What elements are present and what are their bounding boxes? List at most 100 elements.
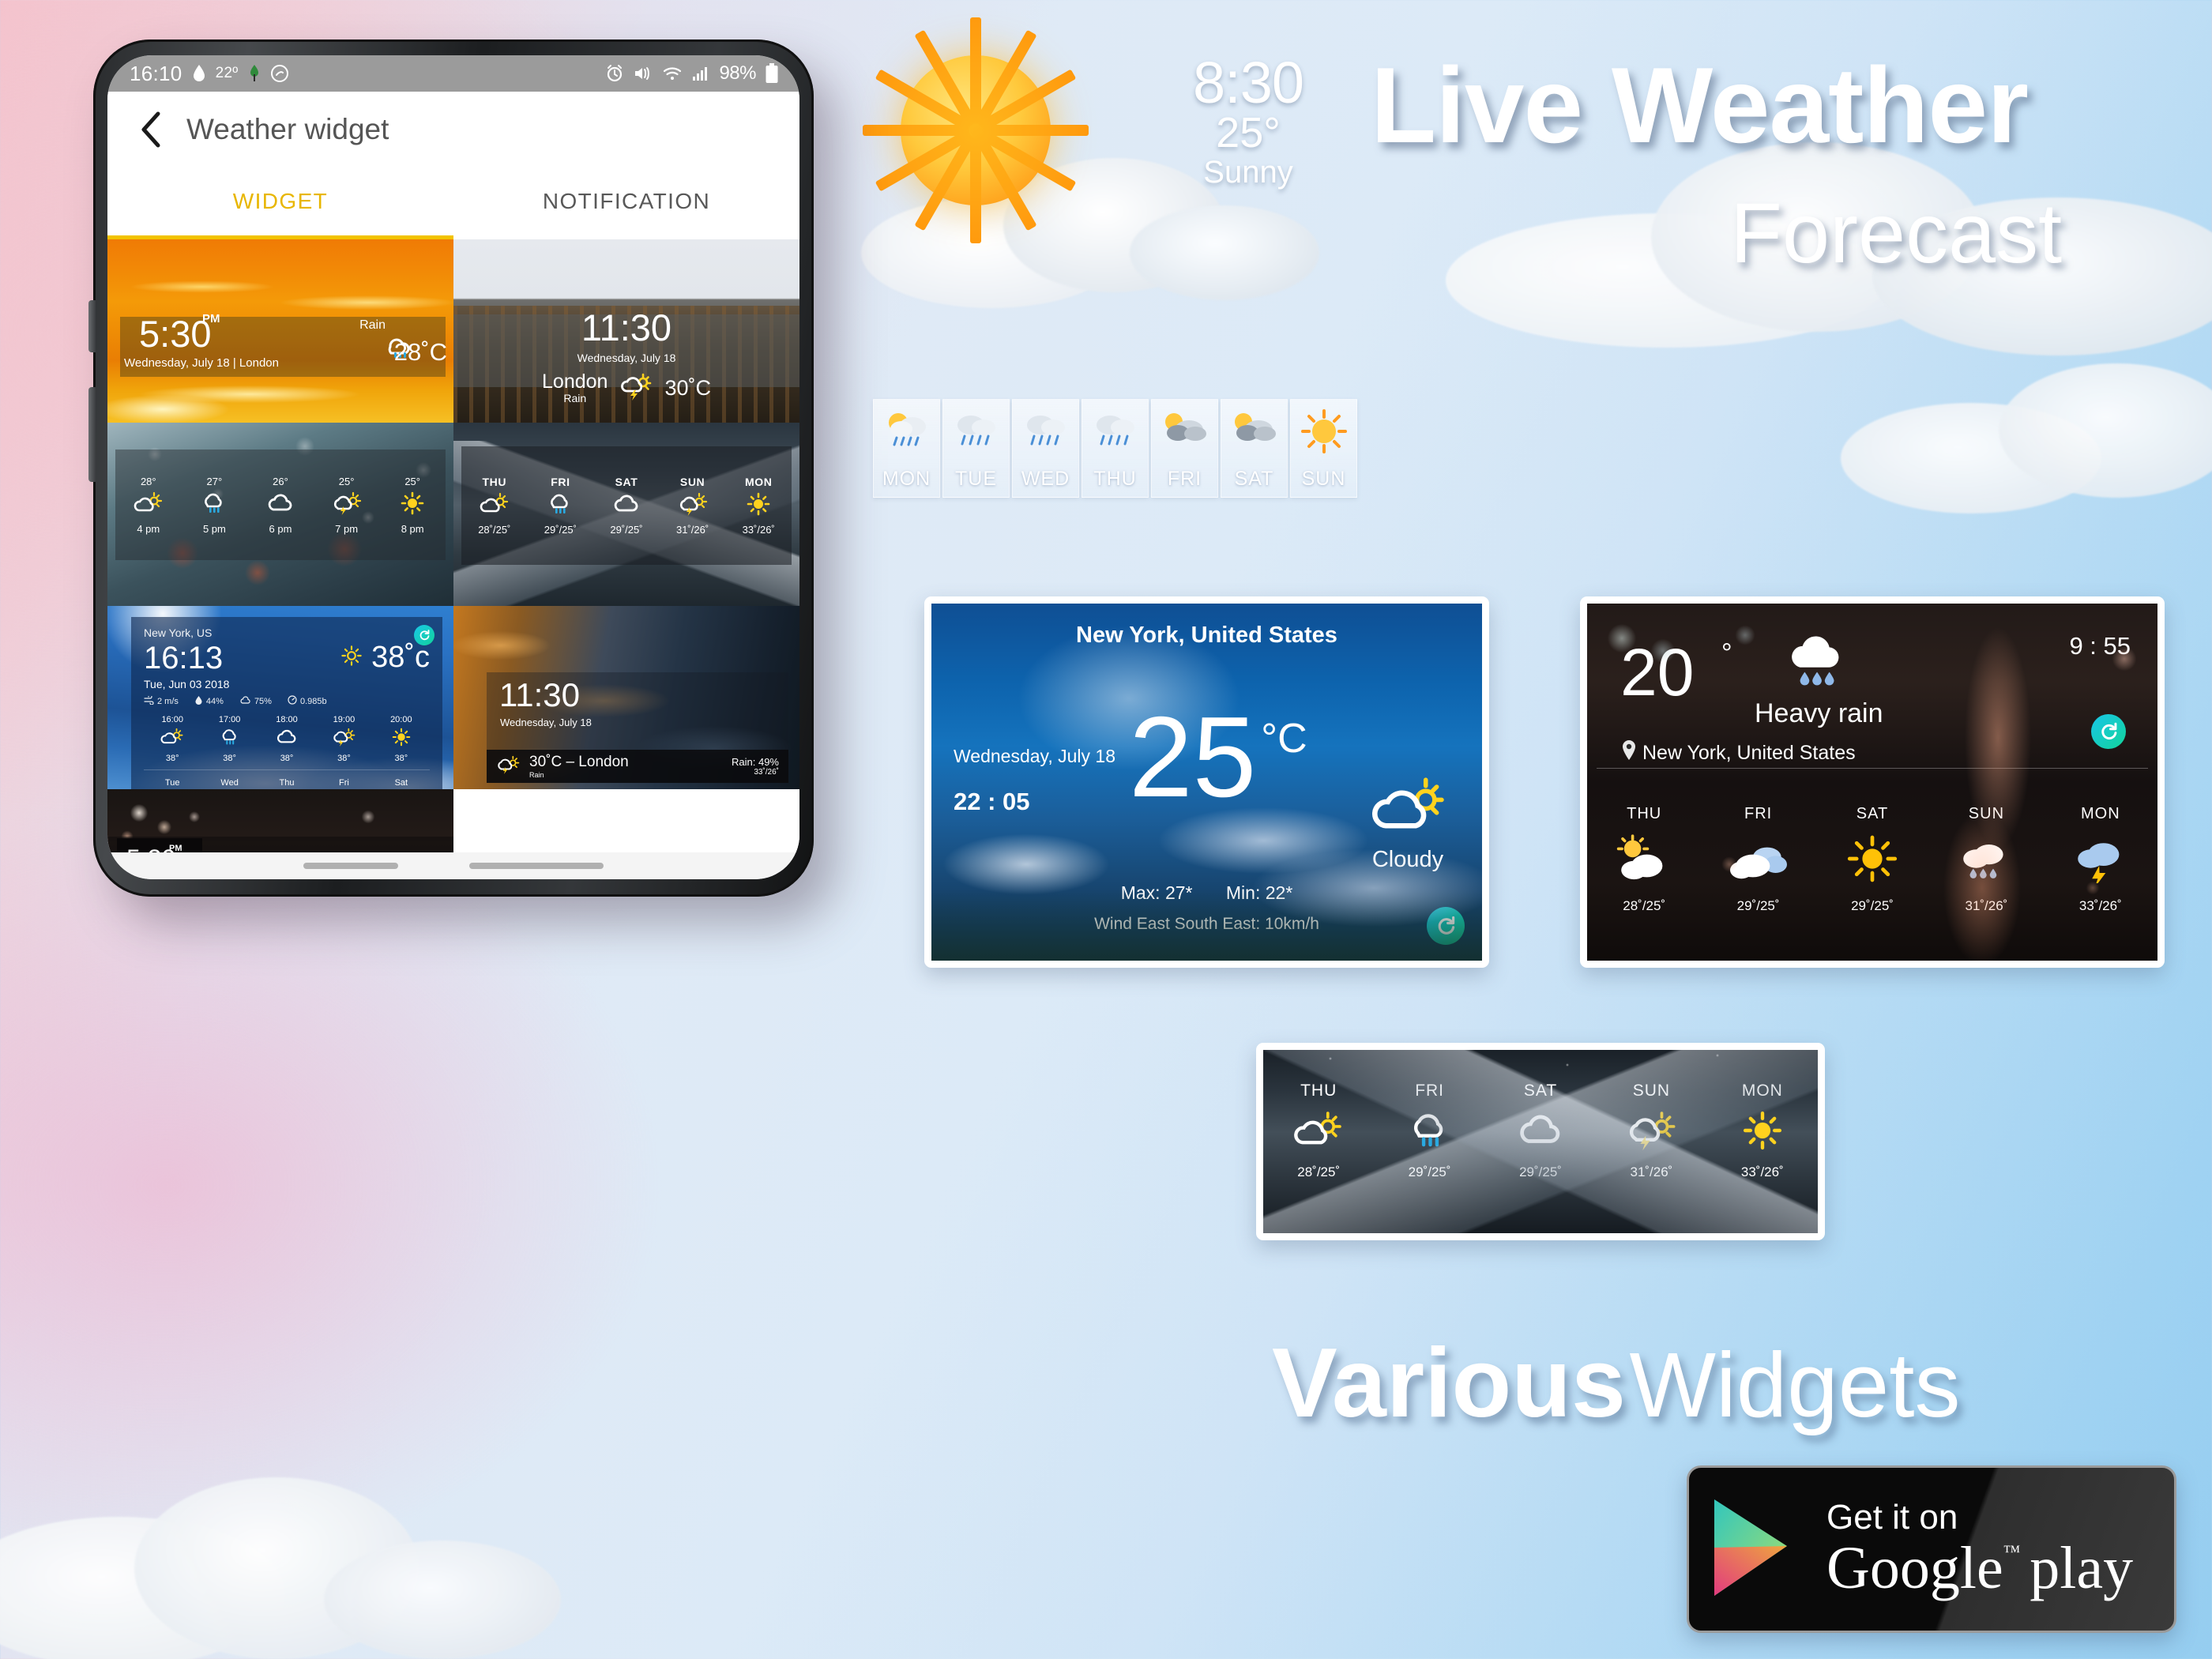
sun-icon bbox=[1844, 834, 1901, 887]
widget-condition: Rain bbox=[529, 771, 544, 779]
tab-notification[interactable]: NOTIFICATION bbox=[453, 167, 799, 235]
hourly-row: 16:00 38° 17:00 38° 18:00 38° 19:00 38° bbox=[144, 715, 430, 763]
day-temp: 33˚/26˚ bbox=[1740, 1164, 1784, 1179]
widget-minmax: 33˚/26˚ bbox=[754, 768, 779, 777]
tab-widget[interactable]: WIDGET bbox=[107, 167, 453, 235]
card-condition: Heavy rain bbox=[1755, 698, 1883, 728]
card-new-york[interactable]: New York, United States Wednesday, July … bbox=[924, 596, 1489, 968]
card-time: 22 : 05 bbox=[954, 788, 1030, 815]
day-item: Tue 28° | 38° bbox=[144, 778, 201, 789]
day-item: Sat 28° | 37° bbox=[373, 778, 430, 789]
day-item: Fri 27° | 38° bbox=[315, 778, 372, 789]
nav-pill-left[interactable] bbox=[303, 863, 398, 869]
google-play-badge[interactable]: Get it on Google ™ play bbox=[1687, 1465, 2176, 1633]
day-temp: 33˚/26˚ bbox=[2078, 898, 2122, 913]
week-day-mon[interactable]: MON bbox=[873, 399, 940, 498]
day-item: FRI 29˚/25˚ bbox=[1374, 1082, 1484, 1180]
hour-temp: 25° bbox=[338, 475, 355, 487]
cloud-mid-right bbox=[1841, 348, 2212, 521]
refresh-icon[interactable] bbox=[1427, 907, 1465, 945]
badge-play-text: play bbox=[2030, 1535, 2134, 1602]
status-temperature: 22º bbox=[215, 65, 239, 81]
widget-condition: Rain bbox=[359, 318, 386, 332]
daily-strip: THU 28˚/25˚ FRI 29˚/25˚ SAT 29˚/25˚ SUN … bbox=[461, 446, 792, 565]
page-title: Weather widget bbox=[186, 113, 389, 145]
day-temp: 31˚/26˚ bbox=[1965, 898, 2008, 913]
week-day-thu[interactable]: THU bbox=[1082, 399, 1149, 498]
widget-tile-forest-clock[interactable]: 11:30 Wednesday, July 18 London Rain 30˚… bbox=[453, 239, 799, 423]
widget-tile-orange-cloud[interactable]: 11:30 Wednesday, July 18 30˚C – London R… bbox=[453, 606, 799, 789]
day-temp: 29˚/25˚ bbox=[610, 524, 643, 536]
alarm-icon bbox=[605, 64, 624, 83]
nav-pill-right[interactable] bbox=[469, 863, 604, 869]
day-item: FRI 29˚/25˚ bbox=[1701, 805, 1815, 914]
widget-condition: Rain bbox=[563, 392, 587, 404]
widget-tile-daily-mountain[interactable]: THU 28˚/25˚ FRI 29˚/25˚ SAT 29˚/25˚ SUN … bbox=[453, 423, 799, 606]
hour-temp: 27° bbox=[206, 475, 223, 487]
day-temp: 33˚/26˚ bbox=[742, 524, 775, 536]
widget-temp: 38˚c bbox=[371, 641, 430, 674]
rain-cloud-icon bbox=[1405, 1110, 1455, 1155]
hour-item: 16:00 38° bbox=[144, 715, 201, 763]
refresh-icon[interactable] bbox=[2091, 714, 2126, 749]
widget-tile-night-city[interactable]: 5:30 PM Wednesday July 18 London Rain 28… bbox=[107, 789, 453, 852]
day-label: SUN bbox=[679, 476, 705, 488]
hour-label: 8 pm bbox=[401, 522, 424, 535]
wind-value: 2 m/s bbox=[157, 696, 179, 706]
week-day-sun[interactable]: SUN bbox=[1290, 399, 1357, 498]
week-strip-widget[interactable]: MON TUE WED THU FRI SAT SUN bbox=[873, 399, 1357, 498]
day-label: Sat bbox=[394, 778, 408, 788]
day-label: THU bbox=[1627, 805, 1662, 822]
card-mountain-forecast[interactable]: THU 28˚/25˚ FRI 29˚/25˚ SAT 29˚/25˚ SUN … bbox=[1256, 1043, 1825, 1240]
day-label: Tue bbox=[164, 778, 180, 788]
storm-sun-icon bbox=[332, 491, 362, 519]
hour-item: 26° 6 pm bbox=[247, 450, 314, 560]
partly-sunny-icon bbox=[480, 492, 510, 520]
cloud-value: 75% bbox=[254, 696, 272, 706]
leaf-icon bbox=[247, 64, 261, 83]
pressure-icon bbox=[288, 695, 297, 707]
heavy-rain-icon bbox=[1781, 627, 1856, 696]
week-day-sat[interactable]: SAT bbox=[1221, 399, 1288, 498]
day-label: FRI bbox=[1415, 1082, 1445, 1100]
day-item: Wed 30° | 38° bbox=[201, 778, 258, 789]
hero-sun-graphic bbox=[853, 8, 1106, 245]
mute-vibrate-icon bbox=[633, 64, 653, 83]
promo-time: 8:30 bbox=[1193, 50, 1304, 115]
widget-tile-blue-detail[interactable]: New York, US 16:13 38˚c Tue, Jun 03 2018… bbox=[107, 606, 453, 789]
rain-cloud-icon bbox=[545, 492, 575, 520]
week-day-wed[interactable]: WED bbox=[1012, 399, 1079, 498]
week-day-label: TUE bbox=[955, 468, 997, 490]
cloud-icon bbox=[1515, 1110, 1566, 1155]
card-temperature: 25 bbox=[1129, 693, 1257, 821]
cloud-icon bbox=[611, 492, 641, 520]
promo-clock-block: 8:30 25° Sunny bbox=[1193, 50, 1304, 189]
day-label: Thu bbox=[279, 778, 295, 788]
back-arrow-icon[interactable] bbox=[128, 107, 174, 152]
card-time: 9 : 55 bbox=[2069, 632, 2131, 660]
day-label: SAT bbox=[615, 476, 638, 488]
hour-temp: 28° bbox=[140, 475, 156, 487]
cloud-icon bbox=[275, 728, 299, 750]
hour-item: 19:00 38° bbox=[315, 715, 372, 763]
app-bar: Weather widget bbox=[107, 92, 799, 167]
phone-screen: 16:10 22º 98% Weather widget WIDGET NOTI… bbox=[107, 55, 799, 879]
day-temp: 29˚/25˚ bbox=[1851, 898, 1894, 913]
refresh-icon[interactable] bbox=[414, 625, 434, 645]
day-label: FRI bbox=[1744, 805, 1773, 822]
widget-tile-hourly-rainglass[interactable]: 28° 4 pm 27° 5 pm 26° 6 pm 25° 7 pm 25° bbox=[107, 423, 453, 606]
widget-grid: 5:30 PM Wednesday, July 18 | London Rain… bbox=[107, 239, 799, 852]
hour-temp: 38° bbox=[223, 754, 236, 763]
widget-tile-sunset-clock[interactable]: 5:30 PM Wednesday, July 18 | London Rain… bbox=[107, 239, 453, 423]
day-temp: 31˚/26˚ bbox=[1630, 1164, 1673, 1179]
rain-icon bbox=[952, 409, 1001, 457]
week-day-tue[interactable]: TUE bbox=[942, 399, 1010, 498]
hour-label: 7 pm bbox=[335, 522, 359, 535]
week-day-fri[interactable]: FRI bbox=[1151, 399, 1218, 498]
hour-item: 25° 7 pm bbox=[314, 450, 380, 560]
day-item: THU 28˚/25˚ bbox=[1587, 805, 1701, 914]
card-heavy-rain[interactable]: 20 ° Heavy rain New York, United States … bbox=[1580, 596, 2165, 968]
day-item: MON 33˚/26˚ bbox=[1707, 1082, 1818, 1180]
promo-title: Live Weather bbox=[1371, 45, 2029, 165]
card-location: New York, United States bbox=[1620, 739, 1856, 767]
